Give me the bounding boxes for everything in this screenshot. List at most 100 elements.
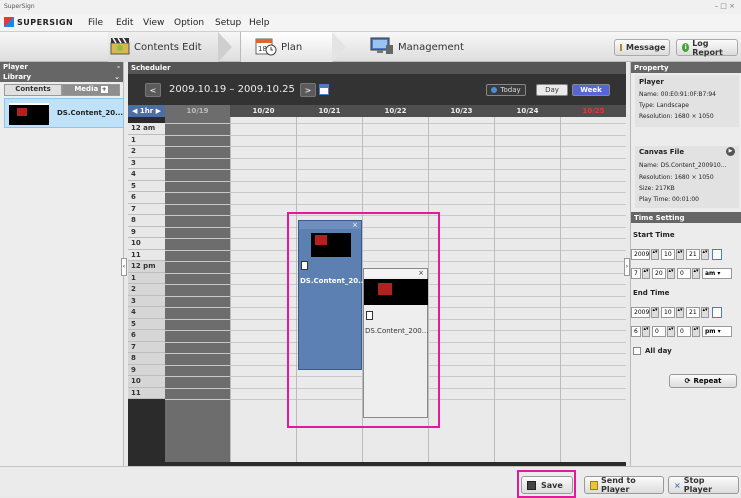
menu-file[interactable]: File bbox=[88, 18, 103, 28]
today-label: Today bbox=[500, 86, 521, 94]
end-day-stepper[interactable]: ▴▾ bbox=[701, 307, 709, 318]
library-header[interactable]: Library ⌄ bbox=[0, 72, 123, 82]
all-day-checkbox[interactable] bbox=[633, 347, 641, 355]
end-hour-stepper[interactable]: ▴▾ bbox=[642, 326, 650, 337]
start-year-stepper[interactable]: ▴▾ bbox=[651, 249, 659, 260]
library-item[interactable]: DS.Content_20... bbox=[4, 98, 124, 128]
end-minute-stepper[interactable]: ▴▾ bbox=[667, 326, 675, 337]
end-ampm-select[interactable]: pm ▾ bbox=[702, 326, 732, 337]
start-day-stepper[interactable]: ▴▾ bbox=[701, 249, 709, 260]
start-second-stepper[interactable]: ▴▾ bbox=[692, 268, 700, 279]
end-month-input[interactable]: 10 bbox=[661, 307, 675, 318]
nav-arrow-1 bbox=[218, 32, 232, 62]
hour-label: 3 bbox=[128, 295, 165, 307]
end-second-stepper[interactable]: ▴▾ bbox=[692, 326, 700, 337]
start-month-input[interactable]: 10 bbox=[661, 249, 675, 260]
menu-view[interactable]: View bbox=[143, 18, 164, 28]
menu-help[interactable]: Help bbox=[249, 18, 270, 28]
window-controls[interactable]: – □ × bbox=[715, 2, 735, 10]
day-header[interactable]: 10/22 bbox=[363, 105, 428, 117]
start-ampm-select[interactable]: am ▾ bbox=[702, 268, 732, 279]
menu-edit[interactable]: Edit bbox=[116, 18, 133, 28]
start-minute-input[interactable]: 20 bbox=[652, 268, 666, 279]
week-view-button[interactable]: Week bbox=[572, 84, 610, 96]
end-minute-input[interactable]: 0 bbox=[652, 326, 666, 337]
player-header[interactable]: Player - bbox=[0, 62, 123, 72]
end-ampm-value: pm bbox=[705, 328, 716, 335]
hour-label: 10 bbox=[128, 238, 165, 250]
start-hour-input[interactable]: 7 bbox=[631, 268, 641, 279]
message-button[interactable]: Message bbox=[614, 39, 670, 56]
day-view-button[interactable]: Day bbox=[536, 84, 568, 96]
day-header-weekend[interactable]: 10/25 bbox=[561, 105, 626, 117]
library-item-label: DS.Content_20... bbox=[57, 109, 124, 117]
start-day-input[interactable]: 21 bbox=[686, 249, 700, 260]
start-minute-stepper[interactable]: ▴▾ bbox=[667, 268, 675, 279]
today-button[interactable]: Today bbox=[486, 84, 526, 96]
log-report-label: Log Report bbox=[692, 38, 723, 57]
canvas-file-title: Canvas File bbox=[639, 148, 685, 156]
menu-option[interactable]: Option bbox=[174, 18, 204, 28]
grid-line bbox=[165, 169, 626, 170]
canvas-play-time: Play Time: 00:01:00 bbox=[639, 196, 699, 203]
day-header[interactable]: 10/19 bbox=[165, 105, 230, 117]
start-hour-stepper[interactable]: ▴▾ bbox=[642, 268, 650, 279]
day-column-headers: ◀ 1hr ▶ 10/19 10/20 10/21 10/22 10/23 10… bbox=[128, 105, 626, 117]
play-icon[interactable]: ▶ bbox=[726, 147, 735, 156]
day-header[interactable]: 10/24 bbox=[495, 105, 560, 117]
start-calendar-icon[interactable] bbox=[712, 249, 722, 260]
hour-label: 10 bbox=[128, 376, 165, 388]
start-time-label: Start Time bbox=[633, 231, 675, 239]
prev-week-button[interactable]: < bbox=[145, 83, 161, 97]
send-to-player-button[interactable]: Send to Player bbox=[584, 476, 664, 494]
tab-library-contents[interactable]: Contents bbox=[4, 84, 62, 96]
left-panel-collapse-handle[interactable]: ‹ bbox=[121, 258, 127, 276]
start-ampm-value: am bbox=[705, 270, 716, 277]
canvas-name: Name: DS.Content_200910... bbox=[639, 162, 727, 169]
canvas-file-card: Canvas File ▶ Name: DS.Content_200910...… bbox=[635, 146, 739, 208]
end-year-input[interactable]: 2009 bbox=[631, 307, 650, 318]
tab-library-media-label: Media bbox=[74, 85, 99, 93]
log-report-button[interactable]: i Log Report bbox=[676, 38, 738, 57]
next-week-button[interactable]: > bbox=[300, 83, 316, 97]
message-label: Message bbox=[626, 43, 666, 52]
end-hour-input[interactable]: 6 bbox=[631, 326, 641, 337]
end-day-input[interactable]: 21 bbox=[686, 307, 700, 318]
tab-plan[interactable]: 18 Plan bbox=[240, 32, 332, 62]
day-header[interactable]: 10/21 bbox=[297, 105, 362, 117]
grid-line bbox=[165, 146, 626, 147]
menu-setup[interactable]: Setup bbox=[215, 18, 241, 28]
property-panel: Property Player Name: 00:E0:91:0F:B7:94 … bbox=[630, 62, 741, 466]
end-second-input[interactable]: 0 bbox=[677, 326, 691, 337]
main-nav: Contents Edit 18 Plan Management Message… bbox=[0, 32, 741, 62]
day-header[interactable]: 10/23 bbox=[429, 105, 494, 117]
hour-label: 12 am bbox=[128, 123, 165, 135]
start-year-input[interactable]: 2009 bbox=[631, 249, 650, 260]
stop-player-button[interactable]: × Stop Player bbox=[668, 476, 739, 494]
tab-management-label: Management bbox=[398, 41, 464, 53]
repeat-label: Repeat bbox=[693, 377, 722, 385]
tab-library-media[interactable]: Media + bbox=[62, 84, 120, 96]
tab-management[interactable]: Management bbox=[370, 32, 480, 62]
end-calendar-icon[interactable] bbox=[712, 307, 722, 318]
interval-selector[interactable]: ◀ 1hr ▶ bbox=[128, 105, 165, 117]
end-month-stepper[interactable]: ▴▾ bbox=[676, 307, 684, 318]
day-header[interactable]: 10/20 bbox=[231, 105, 296, 117]
start-second-input[interactable]: 0 bbox=[677, 268, 691, 279]
end-year-stepper[interactable]: ▴▾ bbox=[651, 307, 659, 318]
player-title: Player bbox=[639, 78, 664, 86]
calendar-icon[interactable] bbox=[319, 84, 329, 95]
highlight-box bbox=[287, 212, 440, 428]
grid-line bbox=[165, 134, 626, 136]
property-header: Property bbox=[631, 62, 741, 73]
grid-column-line bbox=[230, 117, 231, 462]
nav-arrow-2 bbox=[332, 32, 346, 62]
repeat-button[interactable]: ⟳ Repeat bbox=[669, 374, 737, 388]
calendar-clock-icon: 18 bbox=[255, 36, 277, 59]
start-month-stepper[interactable]: ▴▾ bbox=[676, 249, 684, 260]
hour-label: 7 bbox=[128, 203, 165, 215]
hour-label: 8 bbox=[128, 215, 165, 227]
app-logo: SUPERSIGN bbox=[4, 17, 73, 27]
tab-contents-edit[interactable]: Contents Edit bbox=[108, 32, 218, 62]
menu-bar: SUPERSIGN File Edit View Option Setup He… bbox=[0, 14, 741, 32]
